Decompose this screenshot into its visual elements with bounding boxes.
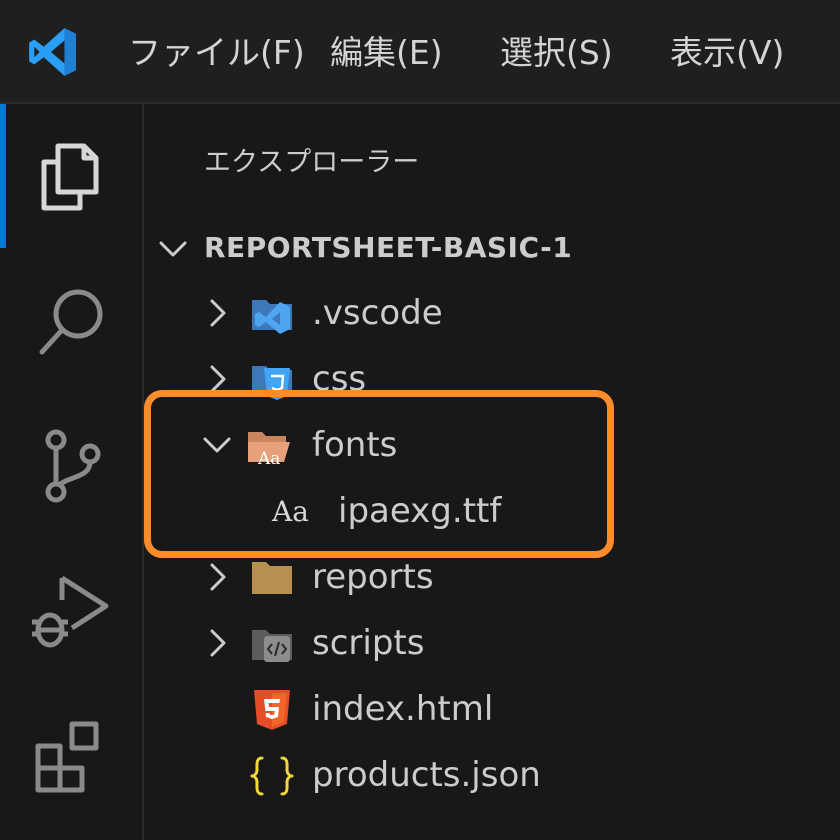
explorer-icon[interactable] <box>28 134 112 218</box>
font-folder-open-icon: Aa <box>246 424 290 468</box>
tree-item-label: products.json <box>312 755 541 795</box>
active-indicator <box>0 104 6 248</box>
activity-bar <box>0 104 144 840</box>
tree-item-css[interactable]: css <box>144 348 840 410</box>
tree-item-label: reports <box>312 557 434 597</box>
chevron-right-icon <box>202 628 232 658</box>
tree-item-label: scripts <box>312 623 425 663</box>
tree-item-ipaexg-ttf[interactable]: Aa ipaexg.ttf <box>144 480 840 542</box>
folder-icon <box>250 556 294 600</box>
menu-bar: ファイル(F) 編集(E) 選択(S) 表示(V) <box>0 0 840 104</box>
scripts-folder-icon <box>250 622 294 666</box>
tree-item-reports[interactable]: reports <box>144 546 840 608</box>
run-debug-icon[interactable] <box>28 570 112 654</box>
vscode-folder-icon <box>250 292 294 336</box>
json-braces-icon <box>248 754 296 798</box>
source-control-icon[interactable] <box>28 424 112 508</box>
extensions-icon[interactable] <box>28 716 112 800</box>
tree-item-fonts[interactable]: Aa fonts <box>144 414 840 476</box>
tree-item-label: .vscode <box>312 293 443 333</box>
svg-text:Aa: Aa <box>257 449 280 468</box>
search-icon[interactable] <box>28 280 112 364</box>
menu-selection[interactable]: 選択(S) <box>500 30 613 76</box>
tree-item-scripts[interactable]: scripts <box>144 612 840 674</box>
tree-item-label: index.html <box>312 689 494 729</box>
chevron-down-icon <box>202 430 232 460</box>
css-folder-icon <box>250 358 294 402</box>
workspace-root-label: REPORTSHEET-BASIC-1 <box>204 231 573 264</box>
explorer-title: エクスプローラー <box>204 147 420 178</box>
html5-icon <box>250 688 294 732</box>
font-file-icon: Aa <box>272 495 309 528</box>
chevron-down-icon <box>158 234 188 264</box>
tree-item-label: fonts <box>312 425 398 465</box>
vscode-logo-icon[interactable] <box>24 26 80 78</box>
tree-item-label: ipaexg.ttf <box>338 491 502 531</box>
tree-item-index-html[interactable]: index.html <box>144 678 840 740</box>
tree-item-products-json[interactable]: products.json <box>144 744 840 806</box>
explorer-panel: エクスプローラー REPORTSHEET-BASIC-1 .vscode css… <box>144 104 840 840</box>
menu-edit[interactable]: 編集(E) <box>330 30 443 76</box>
chevron-right-icon <box>202 364 232 394</box>
tree-item-vscode[interactable]: .vscode <box>144 282 840 344</box>
chevron-right-icon <box>202 562 232 592</box>
chevron-right-icon <box>202 298 232 328</box>
tree-item-label: css <box>312 359 367 399</box>
menu-file[interactable]: ファイル(F) <box>128 30 305 76</box>
menu-view[interactable]: 表示(V) <box>670 30 784 76</box>
